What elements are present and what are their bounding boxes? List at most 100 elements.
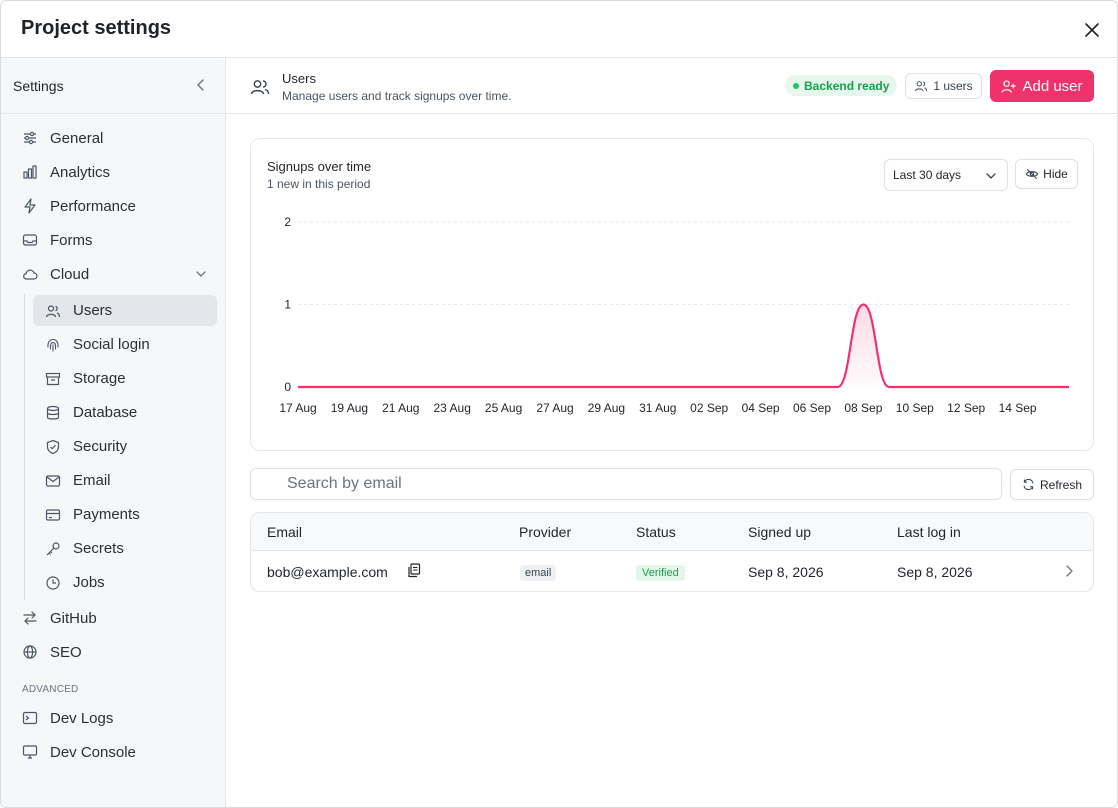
sidebar-item-label: GitHub <box>50 609 97 627</box>
search-input[interactable] <box>250 468 1002 500</box>
clock-icon <box>46 575 60 590</box>
sidebar-item-label: Analytics <box>50 163 111 181</box>
users-count-label: 1 users <box>933 79 973 93</box>
credit-card-icon <box>45 508 61 521</box>
sidebar-item-github[interactable]: GitHub <box>13 603 217 633</box>
dialog-header: Project settings <box>1 1 1117 58</box>
lightning-icon <box>24 198 36 214</box>
sidebar-item-label: Forms <box>50 231 93 249</box>
table-row[interactable]: bob@example.com email Verified Sep 8, 20… <box>251 551 1093 591</box>
sidebar-item-general[interactable]: General <box>13 123 217 153</box>
sidebar-item-label: Users <box>73 302 113 319</box>
x-tick-label: 17 Aug <box>279 401 316 415</box>
table-header: Email Provider Status Signed up Last log… <box>251 513 1093 551</box>
sliders-icon <box>24 131 36 145</box>
sidebar-item-analytics[interactable]: Analytics <box>13 157 217 187</box>
chevron-down-icon <box>196 271 206 277</box>
x-tick-label: 12 Sep <box>947 401 985 415</box>
column-header-signed-up[interactable]: Signed up <box>748 524 811 540</box>
sidebar-item-seo[interactable]: SEO <box>13 637 217 667</box>
provider-badge: email <box>520 565 557 581</box>
signups-chart-card: Signups over time 1 new in this period L… <box>250 138 1094 451</box>
refresh-label: Refresh <box>1039 477 1083 492</box>
x-tick-label: 02 Sep <box>690 401 728 415</box>
copy-icon[interactable] <box>407 563 421 578</box>
sidebar-item-database[interactable]: Database <box>33 397 217 428</box>
sidebar-item-label: General <box>50 129 104 147</box>
users-icon <box>250 80 270 95</box>
x-tick-label: 25 Aug <box>485 401 522 415</box>
sidebar-item-label: Jobs <box>73 574 105 591</box>
inbox-icon <box>22 234 38 246</box>
x-tick-label: 21 Aug <box>382 401 419 415</box>
column-header-email[interactable]: Email <box>267 524 302 540</box>
y-tick-label: 1 <box>284 298 291 312</box>
bar-chart-icon <box>23 165 37 179</box>
sidebar: Settings General Analytics Performance F… <box>1 58 226 807</box>
sidebar-item-label: Performance <box>50 197 136 215</box>
sidebar-title: Settings <box>13 78 64 94</box>
fingerprint-icon <box>47 338 59 352</box>
users-icon <box>915 81 928 92</box>
column-header-last-login[interactable]: Last log in <box>897 524 961 540</box>
add-user-button[interactable]: Add user <box>990 70 1094 102</box>
archive-icon <box>45 372 61 385</box>
settings-dialog: Project settings Settings General Analyt… <box>0 0 1118 808</box>
sidebar-item-label: Email <box>73 472 111 489</box>
page-title: Users <box>282 71 316 86</box>
x-tick-label: 31 Aug <box>639 401 676 415</box>
sidebar-item-secrets[interactable]: Secrets <box>33 533 217 564</box>
sidebar-item-payments[interactable]: Payments <box>33 499 217 530</box>
dialog-title: Project settings <box>21 17 172 39</box>
refresh-button[interactable]: Refresh <box>1010 469 1094 500</box>
sidebar-item-cloud[interactable]: Cloud <box>13 259 217 289</box>
sidebar-item-jobs[interactable]: Jobs <box>33 567 217 598</box>
cell-last-login: Sep 8, 2026 <box>897 564 973 580</box>
sidebar-header: Settings <box>1 58 225 114</box>
y-tick-label: 0 <box>284 380 291 394</box>
sidebar-item-label: SEO <box>50 643 82 661</box>
add-user-label: Add user <box>1022 77 1083 95</box>
sidebar-item-label: Storage <box>73 370 126 387</box>
key-icon <box>46 541 60 555</box>
sidebar-item-email[interactable]: Email <box>33 465 217 496</box>
series-line <box>298 303 1069 389</box>
chevron-right-icon <box>1066 565 1073 577</box>
x-tick-label: 14 Sep <box>999 401 1037 415</box>
section-label-advanced: ADVANCED <box>22 684 79 695</box>
column-header-provider[interactable]: Provider <box>519 524 571 540</box>
column-header-status[interactable]: Status <box>636 524 676 540</box>
sidebar-item-security[interactable]: Security <box>33 431 217 462</box>
series-area <box>298 304 1069 387</box>
sidebar-item-forms[interactable]: Forms <box>13 225 217 255</box>
sidebar-item-label: Secrets <box>73 540 124 557</box>
close-icon[interactable] <box>1081 19 1103 41</box>
status-badge: Backend ready <box>785 75 898 96</box>
sidebar-item-label: Dev Logs <box>50 709 114 727</box>
git-icon <box>23 611 37 625</box>
x-tick-label: 29 Aug <box>588 401 625 415</box>
sidebar-item-dev-console[interactable]: Dev Console <box>13 737 217 767</box>
x-tick-label: 10 Sep <box>896 401 934 415</box>
x-tick-label: 27 Aug <box>536 401 573 415</box>
users-count-button[interactable]: 1 users <box>905 73 982 99</box>
sidebar-item-label: Social login <box>73 336 150 353</box>
collapse-sidebar-icon[interactable] <box>193 77 209 93</box>
x-tick-label: 23 Aug <box>434 401 471 415</box>
main-panel: Users Manage users and track signups ove… <box>226 58 1117 807</box>
sidebar-item-label: Cloud <box>50 265 90 283</box>
sidebar-item-users[interactable]: Users <box>33 295 217 326</box>
sidebar-item-dev-logs[interactable]: Dev Logs <box>13 703 217 733</box>
sidebar-item-social-login[interactable]: Social login <box>33 329 217 360</box>
database-icon <box>46 405 60 420</box>
sidebar-item-performance[interactable]: Performance <box>13 191 217 221</box>
page-subtitle: Manage users and track signups over time… <box>282 89 512 103</box>
shield-icon <box>46 439 60 454</box>
cloud-icon <box>23 269 38 280</box>
monitor-icon <box>22 745 38 759</box>
cell-email: bob@example.com <box>267 564 388 580</box>
globe-icon <box>23 645 37 659</box>
x-tick-label: 04 Sep <box>742 401 780 415</box>
users-header: Users Manage users and track signups ove… <box>226 58 1117 114</box>
sidebar-item-storage[interactable]: Storage <box>33 363 217 394</box>
